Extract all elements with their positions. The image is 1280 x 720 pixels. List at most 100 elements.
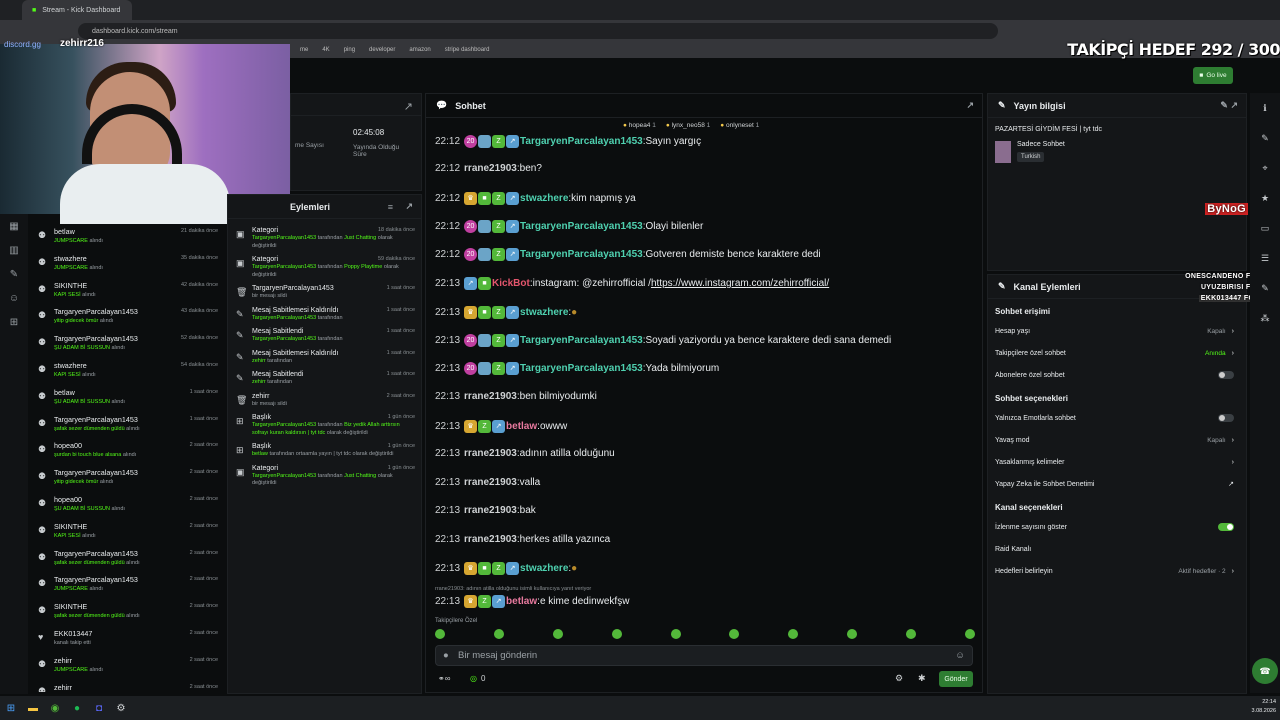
emote-icon[interactable]	[552, 629, 563, 639]
emote-icon[interactable]	[435, 629, 445, 639]
channel-actions-panel: ✎ Kanal Eylemleri Sohbet erişimi Hesap yaş…	[987, 274, 1247, 694]
bookmark-item[interactable]: developer	[369, 47, 395, 53]
send-button[interactable]: Gönder	[939, 671, 973, 687]
category-icon: ▣	[236, 229, 245, 239]
wrench-icon[interactable]: ✎	[1250, 273, 1280, 303]
setting-control[interactable]	[1218, 371, 1234, 379]
message-username[interactable]: rrane21903	[464, 163, 517, 174]
folder-icon[interactable]: ▬	[22, 697, 44, 719]
setting-row[interactable]: Yavaş mod Kapalı ›	[988, 429, 1246, 451]
message-username[interactable]: KickBot	[492, 278, 530, 289]
bookmark-item[interactable]: stripe dashboard	[445, 47, 490, 53]
emote-icon[interactable]	[611, 629, 622, 639]
message-username[interactable]: TargaryenParcalayan1453	[520, 363, 643, 374]
toggle-switch[interactable]	[1218, 371, 1234, 379]
badge-icon: 20	[464, 362, 478, 375]
setting-control[interactable]	[1218, 414, 1234, 422]
star-icon[interactable]: ★	[1250, 183, 1280, 213]
target-icon[interactable]: ⌖	[1250, 153, 1280, 183]
windows-start-icon[interactable]: ⊞	[0, 697, 22, 719]
channel-points[interactable]: ◎ 0	[470, 674, 485, 683]
support-icon[interactable]: ☎	[1252, 658, 1278, 684]
message-link[interactable]: https://www.instagram.com/zehirrofficial…	[651, 278, 829, 289]
gear-icon[interactable]: ⚙	[895, 673, 903, 684]
emote-icon[interactable]	[493, 629, 504, 639]
tools-icon[interactable]: ✎	[0, 262, 28, 286]
setting-row[interactable]: İzlenme sayısını göster	[988, 516, 1246, 538]
bookmark-item[interactable]: 4K	[322, 47, 329, 53]
setting-row[interactable]: Hesap yaşı Kapalı ›	[988, 320, 1246, 342]
message-username[interactable]: TargaryenParcalayan1453	[520, 335, 643, 346]
emote-icon[interactable]	[847, 629, 858, 639]
message-username[interactable]: stwazhere	[520, 307, 568, 318]
go-live-button[interactable]: ■ Go live	[1193, 67, 1233, 84]
setting-control[interactable]: ↗	[1228, 480, 1234, 488]
spotify-icon[interactable]: ●	[66, 697, 88, 719]
message-username[interactable]: betlaw	[506, 596, 537, 607]
setting-label: Abonelere özel sohbet	[995, 371, 1065, 379]
message-username[interactable]: stwazhere	[520, 563, 568, 574]
message-username[interactable]: rrane21903	[464, 391, 517, 402]
feed-time: 2 saat önce	[189, 549, 218, 556]
filter-icon[interactable]: ≡	[388, 202, 393, 212]
message-username[interactable]: rrane21903	[464, 505, 517, 516]
bookmark-item[interactable]: ping	[344, 47, 355, 53]
setting-control[interactable]	[1218, 523, 1234, 531]
setting-control[interactable]: Kapalı ›	[1207, 437, 1234, 444]
edit-icon[interactable]: ✎ ↗	[1220, 100, 1238, 111]
go-live-label: Go live	[1206, 72, 1227, 79]
feed-detail: JUMPSCARE alındı	[54, 265, 224, 271]
emoji-icon[interactable]: ☺	[955, 650, 965, 661]
sparkle-icon[interactable]: ✱	[918, 673, 926, 684]
message-username[interactable]: rrane21903	[464, 477, 517, 488]
toggle-switch[interactable]	[1218, 414, 1234, 422]
setting-control[interactable]: ›	[1232, 459, 1234, 466]
chat-input[interactable]: ● Bir mesaj gönderin ☺	[435, 645, 973, 666]
url-field[interactable]: dashboard.kick.com/stream	[78, 23, 998, 39]
popout-icon[interactable]: ↗	[404, 100, 413, 113]
emote-icon[interactable]	[788, 629, 799, 639]
analytics-icon[interactable]: ▥	[0, 238, 28, 262]
info-icon[interactable]: ℹ	[1250, 93, 1280, 123]
setting-control[interactable]: Kapalı ›	[1207, 328, 1234, 335]
discord-icon[interactable]: ◘	[88, 697, 110, 719]
chrome-icon[interactable]: ◉	[44, 697, 66, 719]
browser-tab[interactable]: ■ Stream - Kick Dashboard	[22, 0, 132, 20]
message-username[interactable]: stwazhere	[520, 193, 568, 204]
emote-icon[interactable]	[964, 629, 975, 639]
chat-icon[interactable]: ▭	[1250, 213, 1280, 243]
message-username[interactable]: rrane21903	[464, 448, 517, 459]
users-icon[interactable]: ⚭∞	[438, 674, 450, 683]
setting-row[interactable]: Raid Kanalı	[988, 538, 1246, 560]
dashboard-icon[interactable]: ▦	[0, 214, 28, 238]
queue-icon[interactable]: ☰	[1250, 243, 1280, 273]
extensions-icon[interactable]: ⊞	[0, 310, 28, 334]
settings-icon[interactable]: ⚙	[110, 697, 132, 719]
emote-icon[interactable]	[670, 629, 681, 639]
message-username[interactable]: rrane21903	[464, 534, 517, 545]
setting-row[interactable]: Yasaklanmış kelimeler ›	[988, 451, 1246, 473]
message-username[interactable]: TargaryenParcalayan1453	[520, 249, 643, 260]
bookmark-item[interactable]: me	[300, 47, 308, 53]
toggle-switch[interactable]	[1218, 523, 1234, 531]
setting-row[interactable]: Yalnızca Emotlarla sohbet	[988, 407, 1246, 429]
feed-item: ⚉ TargaryenParcalayan1453 JUMPSCARE alındı…	[30, 570, 224, 597]
message-username[interactable]: TargaryenParcalayan1453	[520, 221, 643, 232]
message-username[interactable]: betlaw	[506, 421, 537, 432]
setting-row[interactable]: Takipçilere özel sohbet Anında ›	[988, 342, 1246, 364]
setting-row[interactable]: Abonelere özel sohbet	[988, 364, 1246, 386]
emote-icon[interactable]	[906, 629, 916, 639]
pencil-icon[interactable]: ✎	[1250, 123, 1280, 153]
apps-icon[interactable]: ⁂	[1250, 303, 1280, 333]
message-username[interactable]: TargaryenParcalayan1453	[520, 136, 643, 147]
setting-control[interactable]: Anında ›	[1205, 350, 1234, 357]
emote-icon[interactable]	[729, 629, 740, 639]
popout-icon[interactable]: ↗	[405, 201, 413, 212]
bookmark-item[interactable]: amazon	[409, 47, 430, 53]
setting-control[interactable]: Aktif hedefler · 2 ›	[1178, 568, 1234, 575]
popout-icon[interactable]: ↗	[966, 100, 974, 111]
setting-row[interactable]: Yapay Zeka ile Sohbet Denetimi ↗	[988, 473, 1246, 495]
users-icon[interactable]: ☺	[0, 286, 28, 310]
message-text: adının atilla olduğunu	[519, 448, 615, 459]
setting-row[interactable]: Hedefleri belirleyin Aktif hedefler · 2 ›	[988, 560, 1246, 582]
